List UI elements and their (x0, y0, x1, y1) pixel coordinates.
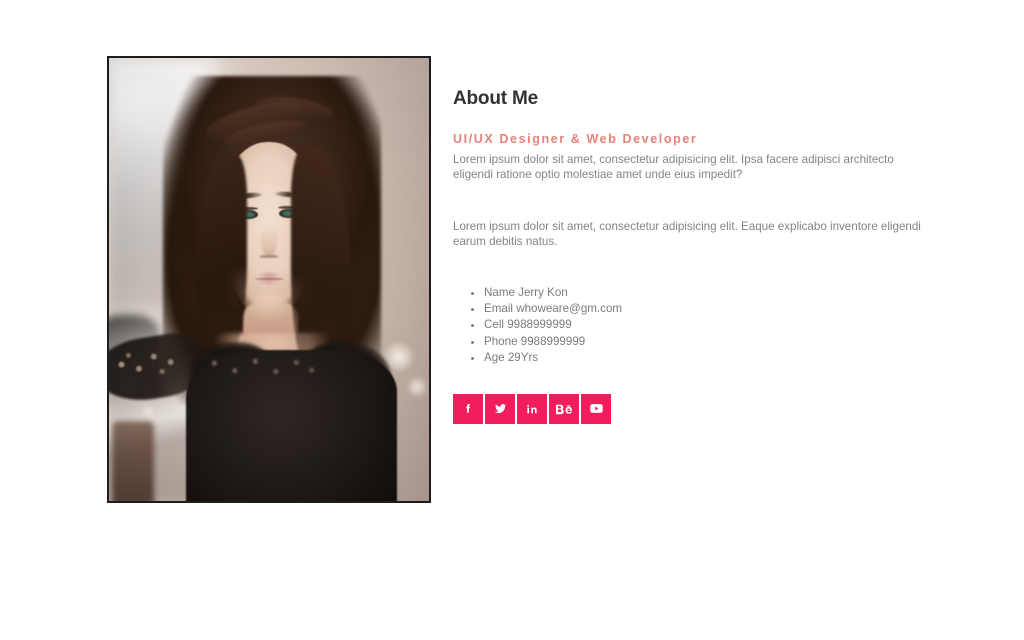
personal-info-list: Name Jerry Kon Email whoweare@gm.com Cel… (453, 285, 923, 366)
list-item: Cell 9988999999 (484, 317, 923, 333)
social-links (453, 393, 923, 424)
social-link-linkedin[interactable] (517, 393, 547, 424)
portrait-photo-frame (107, 56, 431, 503)
social-link-facebook[interactable] (453, 393, 483, 424)
linkedin-icon (525, 402, 539, 416)
social-link-behance[interactable] (549, 393, 579, 424)
page-title: About Me (453, 88, 538, 109)
portrait-photo (109, 58, 429, 501)
photo-chin (253, 292, 285, 311)
photo-bokeh-light (141, 403, 155, 418)
list-item: Phone 9988999999 (484, 334, 923, 350)
list-item: Age 29Yrs (484, 350, 923, 366)
twitter-icon (493, 401, 508, 416)
list-item: Name Jerry Kon (484, 285, 923, 301)
about-content: About Me UI/UX Designer & Web Developer … (453, 88, 923, 424)
about-paragraph-2: Lorem ipsum dolor sit amet, consectetur … (453, 219, 921, 248)
photo-bokeh-light (406, 376, 427, 397)
photo-background-rail-post (112, 421, 154, 501)
list-item: Email whoweare@gm.com (484, 301, 923, 317)
facebook-icon (461, 402, 475, 416)
about-paragraph-1: Lorem ipsum dolor sit amet, consectetur … (453, 153, 894, 182)
role-subtitle: UI/UX Designer & Web Developer (453, 132, 698, 146)
photo-nostrils (260, 254, 278, 259)
about-me-section: About Me UI/UX Designer & Web Developer … (0, 0, 1024, 640)
social-link-twitter[interactable] (485, 393, 515, 424)
photo-lace-pattern (198, 348, 327, 386)
behance-icon (555, 402, 573, 416)
social-link-youtube[interactable] (581, 393, 611, 424)
youtube-icon (589, 401, 604, 416)
